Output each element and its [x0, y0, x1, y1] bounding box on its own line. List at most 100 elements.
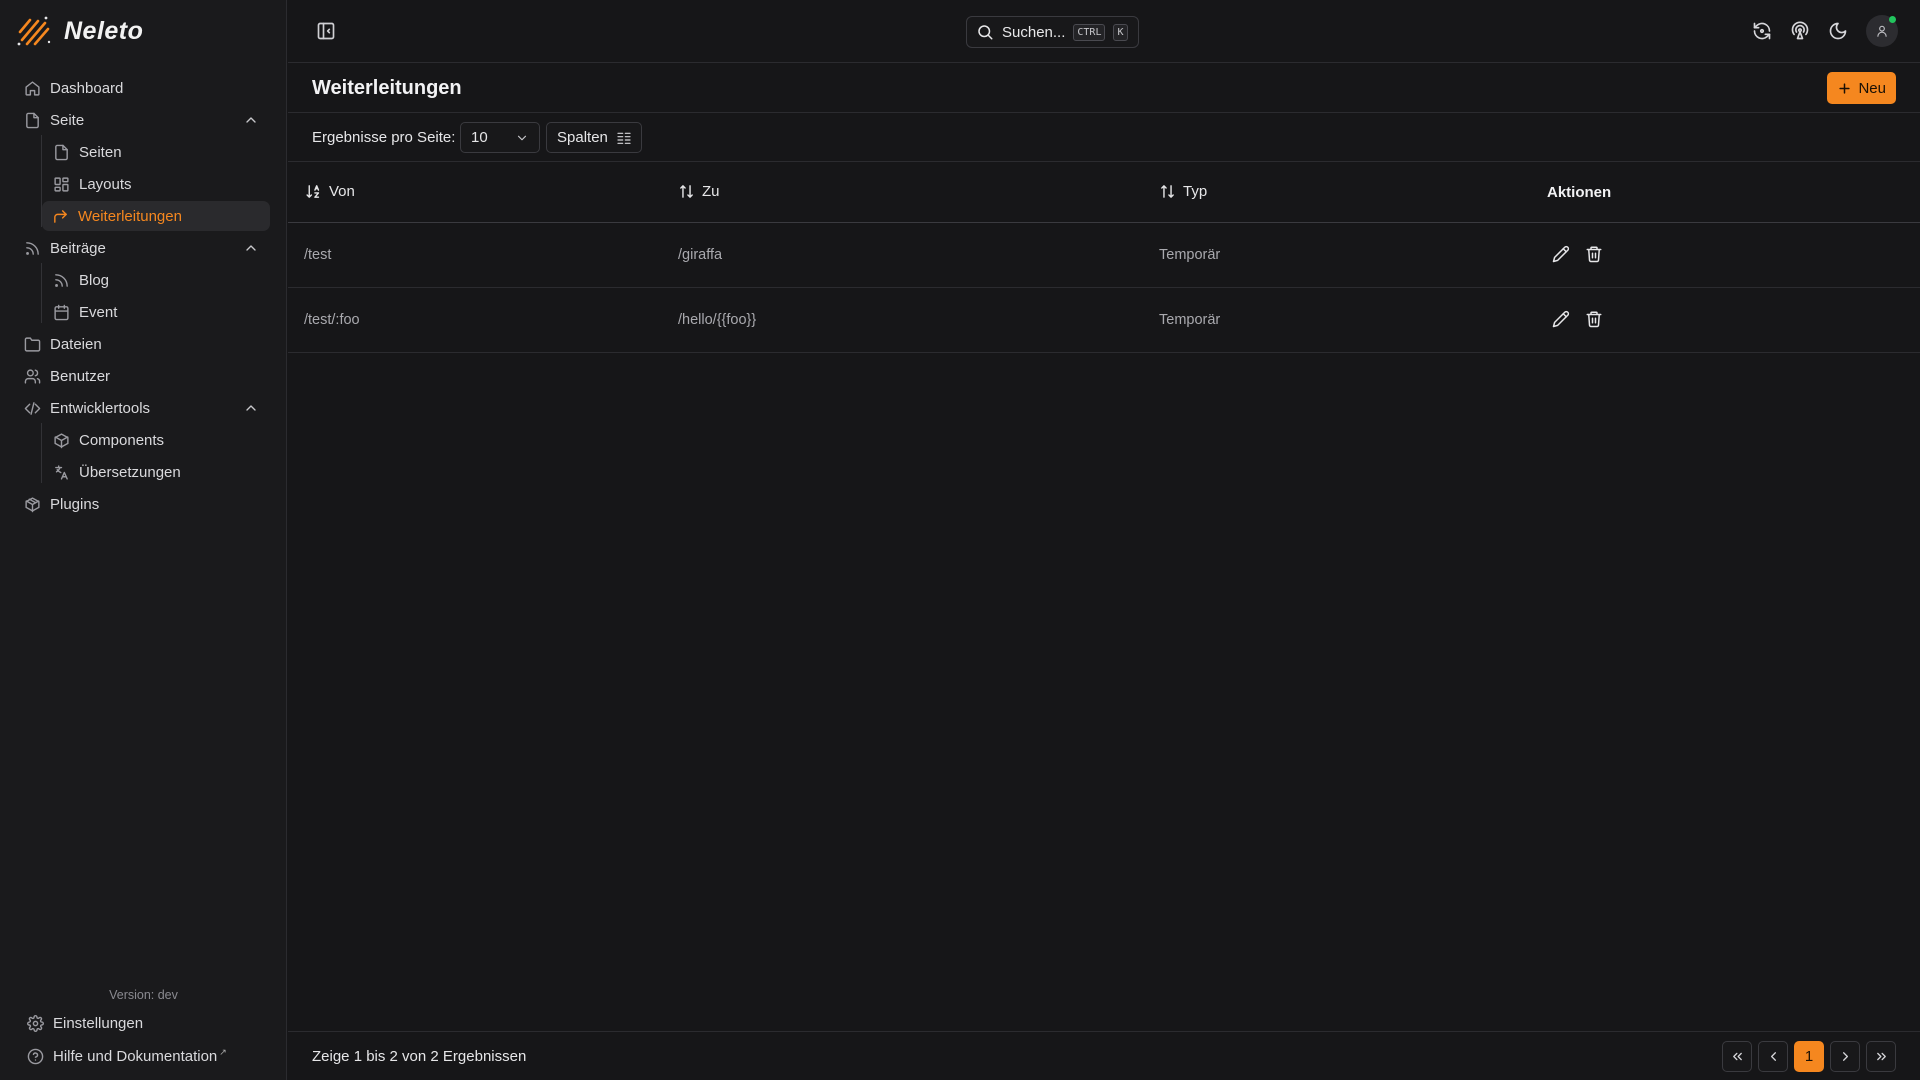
last-page-button[interactable]	[1866, 1041, 1896, 1072]
table-header: Von Zu Typ Aktionen	[288, 162, 1920, 223]
brand[interactable]: Neleto	[16, 14, 143, 48]
sidebar-item-label: Beiträge	[50, 239, 106, 257]
columns-button-label: Spalten	[557, 129, 608, 146]
top-bar: Suchen... CTRL K	[288, 0, 1920, 63]
sort-icon	[1161, 185, 1174, 198]
sidebar-item-benutzer[interactable]: Benutzer	[24, 362, 110, 390]
pagination: 1	[1722, 1041, 1896, 1072]
sidebar-item-label: Weiterleitungen	[78, 207, 182, 225]
sidebar-item-uebersetzungen[interactable]: Übersetzungen	[53, 458, 181, 486]
new-button-label: Neu	[1858, 79, 1886, 97]
column-label: Von	[329, 183, 355, 200]
logo-icon	[17, 16, 51, 46]
page-header: Weiterleitungen Neu	[288, 64, 1920, 113]
sort-alpha-icon	[306, 185, 320, 198]
file-icon	[26, 112, 39, 128]
edit-icon[interactable]	[1552, 245, 1570, 263]
languages-icon	[55, 464, 68, 480]
sidebar-item-seiten[interactable]: Seiten	[53, 138, 122, 166]
sidebar-item-dateien[interactable]: Dateien	[24, 330, 102, 358]
page-button-current[interactable]: 1	[1794, 1041, 1824, 1072]
app-name: Neleto	[64, 16, 144, 45]
calendar-icon	[54, 304, 69, 320]
per-page-select[interactable]: 10	[460, 122, 540, 153]
sidebar-item-label: Benutzer	[50, 367, 111, 385]
sidebar-item-entwicklertools[interactable]: Entwicklertools	[24, 394, 150, 422]
sidebar-item-beitraege[interactable]: Beiträge	[24, 234, 106, 262]
help-circle-icon	[27, 1048, 44, 1064]
settings-link[interactable]: Einstellungen	[27, 1015, 143, 1032]
column-label: Zu	[702, 183, 720, 200]
sidebar-item-seite[interactable]: Seite	[24, 106, 84, 134]
online-status-dot	[1889, 16, 1896, 23]
trash-icon[interactable]	[1585, 245, 1603, 263]
column-header-typ[interactable]: Typ	[1159, 183, 1207, 200]
sidebar-item-layouts[interactable]: Layouts	[53, 170, 132, 198]
tree-line-entwicklertools	[41, 423, 42, 483]
cell-from: /test	[304, 247, 332, 263]
tree-line-beitraege	[41, 263, 42, 323]
chevron-left-icon	[1770, 1052, 1776, 1061]
gear-icon	[27, 1015, 44, 1032]
sidebar-toggle-icon[interactable]	[316, 21, 336, 41]
columns-button[interactable]: Spalten	[546, 122, 642, 153]
sidebar-item-blog[interactable]: Blog	[53, 266, 109, 294]
sidebar-item-event[interactable]: Event	[53, 298, 117, 326]
sidebar-item-label: Event	[79, 303, 118, 321]
users-icon	[24, 368, 41, 384]
first-page-button[interactable]	[1722, 1041, 1752, 1072]
cell-from: /test/:foo	[304, 312, 360, 328]
table-row: /test/:foo /hello/{{foo}} Temporär	[288, 288, 1920, 353]
rss-icon	[26, 241, 39, 255]
sidebar-item-weiterleitungen[interactable]: Weiterleitungen	[42, 201, 270, 231]
sidebar-item-label: Layouts	[79, 175, 132, 193]
chevron-right-icon	[1842, 1052, 1848, 1061]
folder-icon	[24, 336, 41, 352]
chevron-up-icon[interactable]	[243, 400, 259, 416]
per-page-value: 10	[471, 129, 488, 146]
sidebar-item-label: Dashboard	[50, 79, 124, 97]
avatar[interactable]	[1866, 15, 1898, 47]
per-page-label: Ergebnisse pro Seite:	[312, 129, 456, 146]
layout-icon	[54, 176, 69, 192]
column-label: Typ	[1183, 183, 1208, 200]
table-toolbar: Ergebnisse pro Seite: 10 Spalten	[288, 113, 1920, 162]
table-row: /test /giraffa Temporär	[288, 223, 1920, 288]
refresh-icon[interactable]	[1752, 21, 1772, 41]
trash-icon[interactable]	[1585, 310, 1603, 328]
column-header-von[interactable]: Von	[305, 183, 355, 200]
sort-icon	[680, 185, 693, 198]
page-title: Weiterleitungen	[312, 77, 462, 99]
sidebar-item-label: Seite	[50, 111, 85, 129]
table-footer: Zeige 1 bis 2 von 2 Ergebnissen 1	[288, 1031, 1920, 1080]
sidebar-item-components[interactable]: Components	[53, 426, 164, 454]
moon-icon[interactable]	[1828, 21, 1848, 41]
box-icon	[54, 432, 69, 448]
sidebar-item-label: Blog	[79, 271, 110, 289]
sidebar-item-dashboard[interactable]: Dashboard	[24, 74, 123, 102]
sidebar-item-label: Seiten	[79, 143, 122, 161]
search-button[interactable]: Suchen... CTRL K	[966, 16, 1139, 48]
external-link-icon: ↗	[219, 1047, 227, 1057]
settings-label: Einstellungen	[53, 1015, 144, 1032]
edit-icon[interactable]	[1552, 310, 1570, 328]
sidebar-item-plugins[interactable]: Plugins	[24, 490, 99, 518]
new-button[interactable]: Neu	[1827, 72, 1896, 104]
top-actions	[1752, 15, 1898, 47]
broadcast-icon[interactable]	[1790, 21, 1810, 41]
sidebar-item-label: Dateien	[50, 335, 102, 353]
results-summary: Zeige 1 bis 2 von 2 Ergebnissen	[312, 1048, 527, 1065]
chevron-up-icon[interactable]	[243, 240, 259, 256]
cell-type: Temporär	[1159, 247, 1221, 263]
previous-page-button[interactable]	[1758, 1041, 1788, 1072]
cell-to: /giraffa	[678, 247, 723, 263]
chevron-up-icon[interactable]	[243, 112, 259, 128]
column-header-zu[interactable]: Zu	[678, 183, 720, 200]
help-link[interactable]: Hilfe und Dokumentation ↗	[27, 1047, 227, 1065]
next-page-button[interactable]	[1830, 1041, 1860, 1072]
search-icon	[978, 25, 993, 40]
help-label: Hilfe und Dokumentation ↗	[53, 1047, 227, 1065]
package-icon	[25, 496, 40, 512]
sidebar-item-label: Plugins	[50, 495, 100, 513]
chevron-down-icon	[517, 135, 527, 140]
